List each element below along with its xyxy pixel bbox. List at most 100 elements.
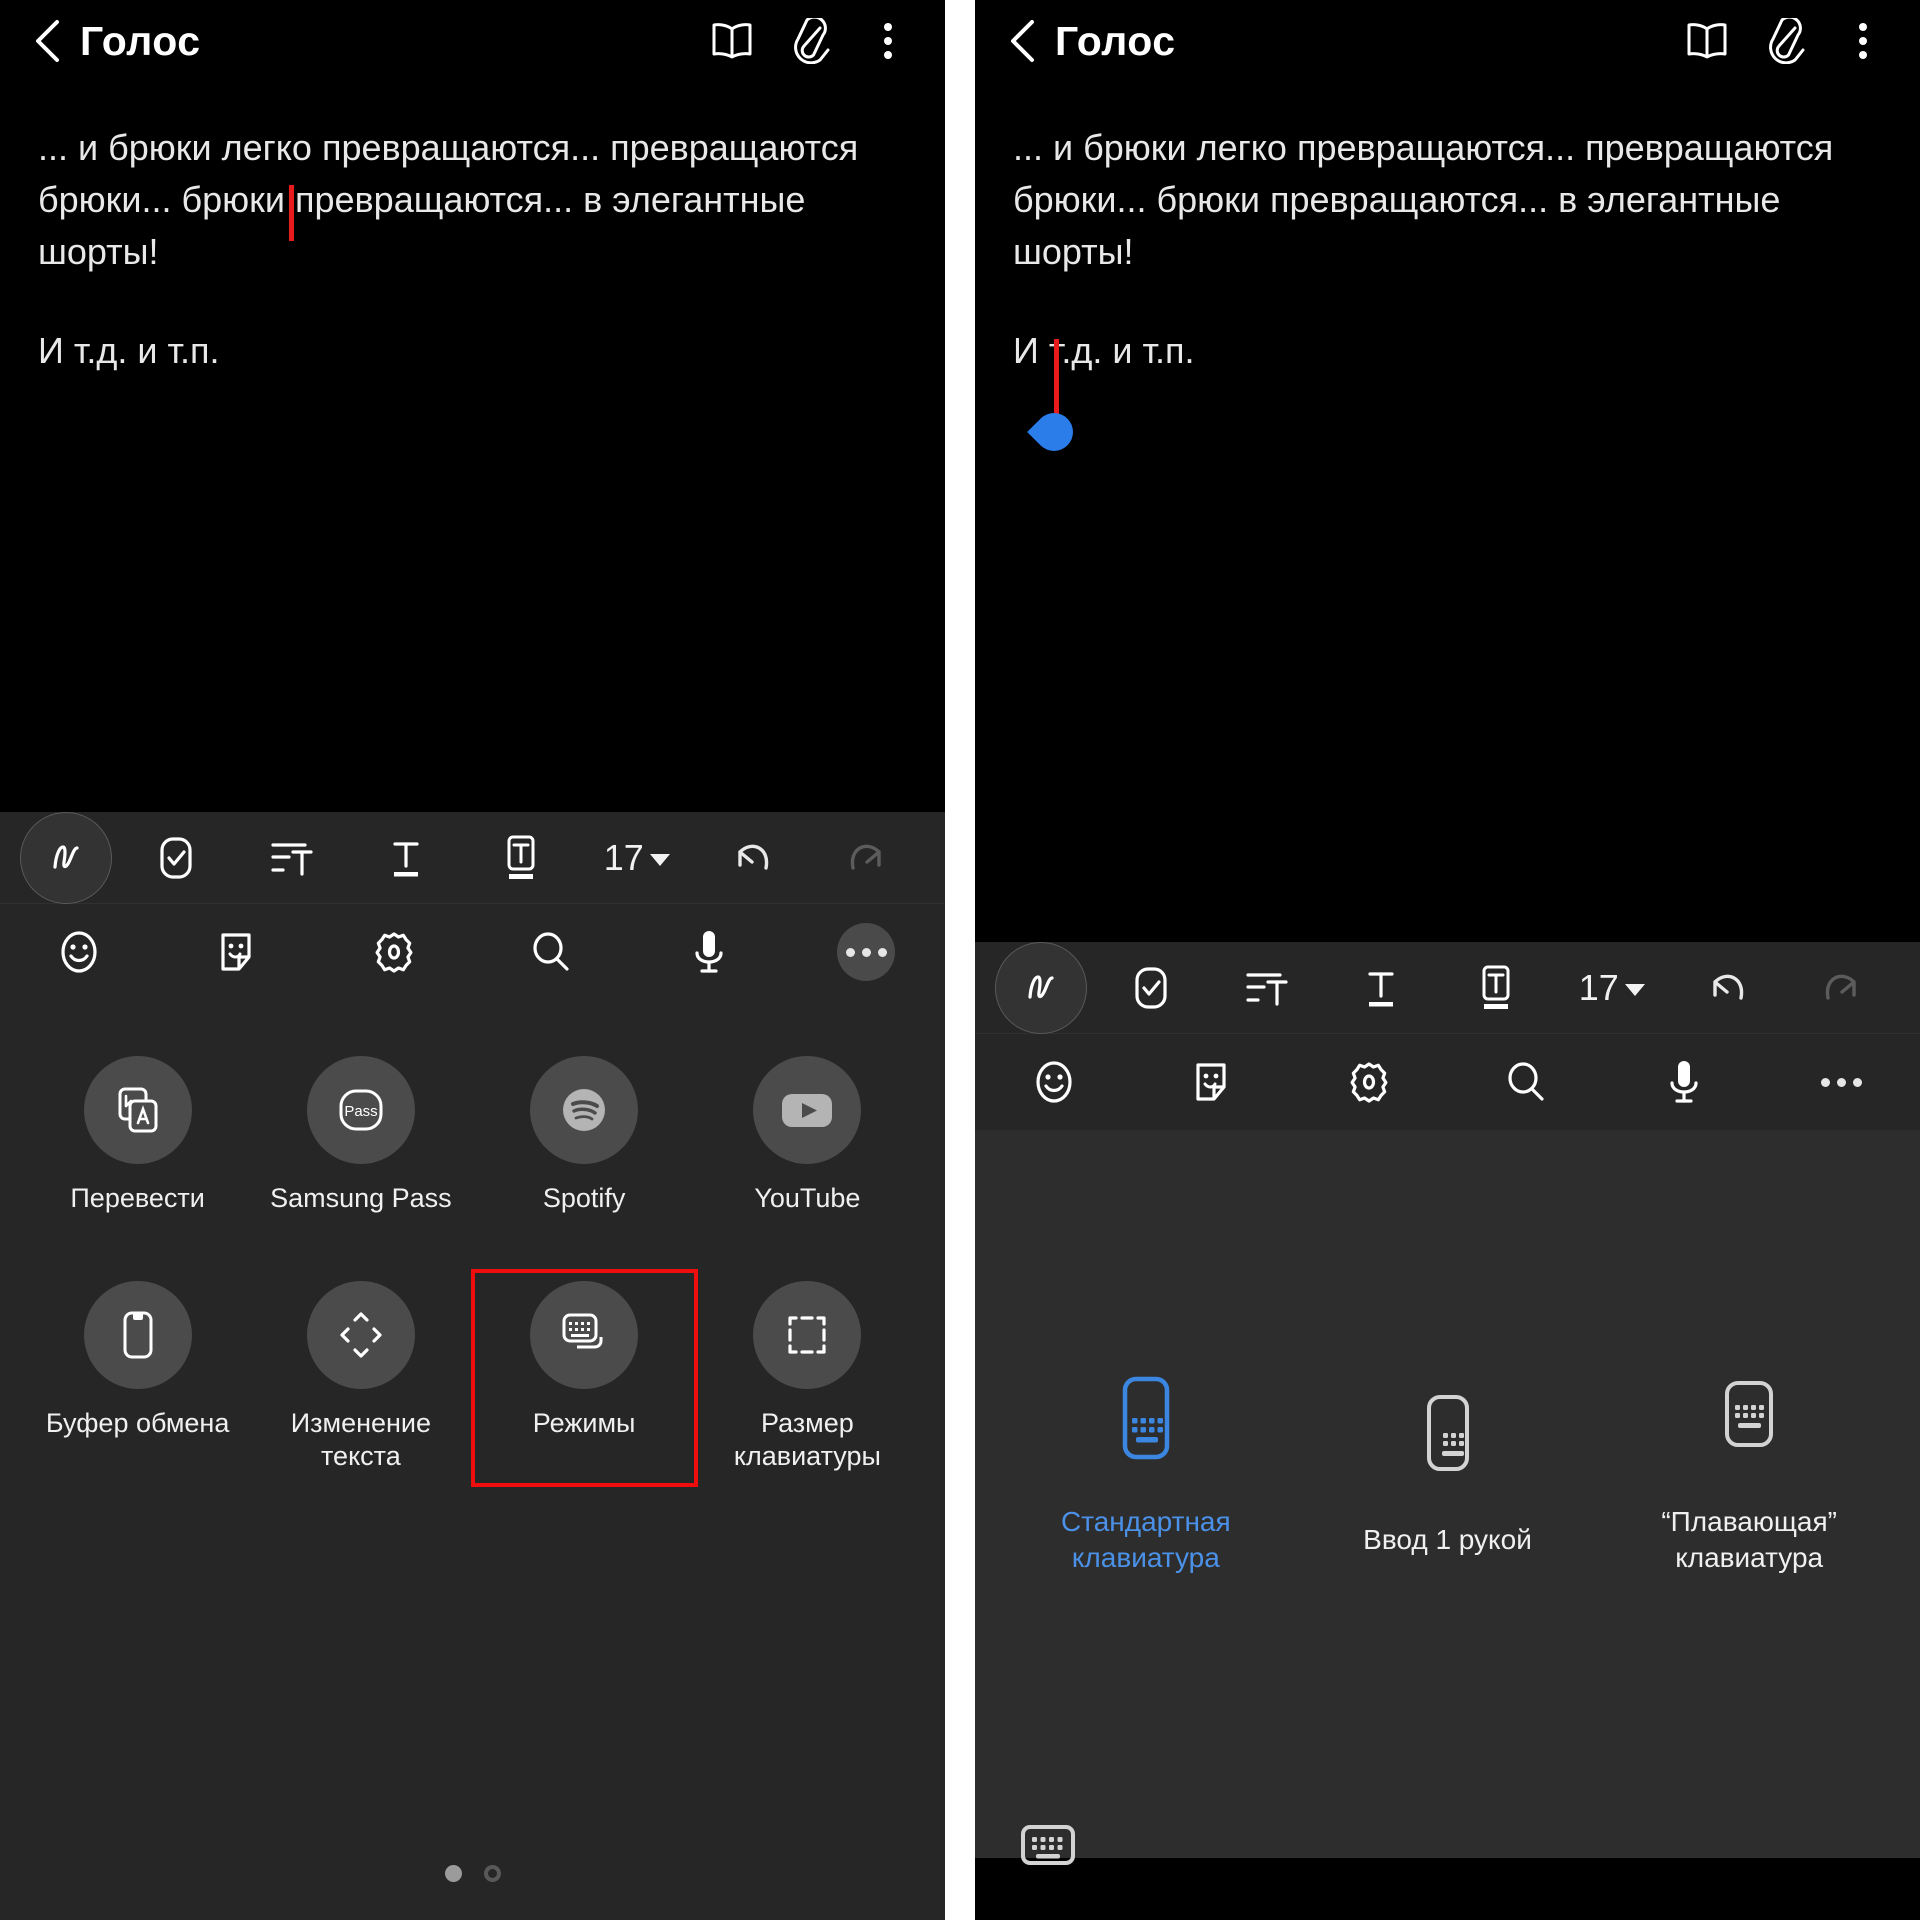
app-bar-left: Голос bbox=[0, 0, 945, 82]
keyboard-modes-panel: Стандартная клавиатура Ввод 1 рукой “Пла… bbox=[975, 1130, 1920, 1920]
dot bbox=[1820, 1077, 1830, 1087]
mode-label: Стандартная клавиатура bbox=[1061, 1505, 1231, 1573]
extension-label: YouTube bbox=[754, 1183, 861, 1213]
extension-item-text-edit[interactable]: Изменение текста bbox=[249, 1271, 472, 1485]
page-indicator bbox=[0, 1865, 945, 1882]
youtube-icon bbox=[753, 1056, 862, 1164]
chevron-down-icon bbox=[1624, 983, 1645, 996]
page-title: Голос bbox=[80, 17, 201, 64]
extension-item-samsung-pass[interactable]: Pass Samsung Pass bbox=[249, 1046, 472, 1227]
paragraph-format-icon[interactable] bbox=[1208, 942, 1323, 1034]
show-keyboard-icon[interactable] bbox=[1019, 1822, 1077, 1868]
mode-one-handed[interactable]: Ввод 1 рукой bbox=[1297, 1391, 1599, 1558]
spotify-icon bbox=[530, 1056, 639, 1164]
extension-label: Режимы bbox=[532, 1408, 636, 1438]
paperclip-icon[interactable] bbox=[1754, 10, 1816, 72]
dot bbox=[1852, 1077, 1862, 1087]
search-icon[interactable] bbox=[473, 904, 631, 1000]
note-paragraph-2-wrapper: И т.д. и т.п. bbox=[1013, 325, 1882, 459]
left-screen: Голос ... и брюки легко превращаются... … bbox=[0, 0, 945, 1920]
mode-label: “Плавающая” клавиатура bbox=[1661, 1505, 1837, 1573]
undo-icon[interactable] bbox=[1669, 942, 1784, 1034]
extension-item-keyboard-size[interactable]: Размер клавиатуры bbox=[696, 1271, 919, 1485]
book-icon[interactable] bbox=[701, 10, 763, 72]
text-style-icon[interactable] bbox=[349, 812, 464, 904]
extension-item-modes[interactable]: Режимы bbox=[470, 1269, 698, 1487]
font-size-value: 17 bbox=[603, 836, 644, 878]
dual-screenshot-container: Голос ... и брюки легко превращаются... … bbox=[0, 0, 1920, 1920]
dot bbox=[845, 947, 855, 957]
format-toolbar-right: 17 bbox=[975, 941, 1920, 1034]
extension-label: Изменение текста bbox=[290, 1408, 432, 1471]
font-size-selector[interactable]: 17 bbox=[579, 812, 694, 904]
extension-label: Samsung Pass bbox=[270, 1183, 452, 1213]
font-size-value: 17 bbox=[1578, 966, 1619, 1008]
text-cursor-handle[interactable] bbox=[1027, 405, 1081, 459]
back-chevron-icon[interactable] bbox=[1001, 19, 1045, 63]
keyboard-toolbar-left bbox=[0, 904, 945, 1000]
extension-label: Буфер обмена bbox=[45, 1408, 230, 1438]
extension-label: Размер клавиатуры bbox=[733, 1408, 881, 1471]
format-toolbar-left: 17 bbox=[0, 811, 945, 904]
emoji-icon[interactable] bbox=[0, 904, 158, 1000]
handwriting-pen-icon[interactable] bbox=[20, 811, 112, 904]
extension-label: Перевести bbox=[70, 1183, 205, 1213]
settings-gear-icon[interactable] bbox=[315, 904, 473, 1000]
overflow-menu-icon[interactable] bbox=[857, 10, 919, 72]
text-style-icon[interactable] bbox=[1324, 942, 1439, 1034]
book-icon[interactable] bbox=[1676, 10, 1738, 72]
keyboard-modes-icon bbox=[530, 1281, 639, 1389]
mode-standard-keyboard[interactable]: Стандартная клавиатура bbox=[995, 1373, 1297, 1576]
red-annotation-mark bbox=[1054, 339, 1059, 417]
sticker-icon[interactable] bbox=[158, 904, 316, 1000]
back-chevron-icon[interactable] bbox=[26, 19, 70, 63]
paperclip-icon[interactable] bbox=[779, 10, 841, 72]
keyboard-modes-list: Стандартная клавиатура Ввод 1 рукой “Пла… bbox=[975, 1090, 1920, 1858]
extension-label: Spotify bbox=[542, 1183, 626, 1213]
page-dot[interactable] bbox=[483, 1865, 501, 1882]
floating-keyboard-icon bbox=[1711, 1373, 1787, 1474]
note-paragraph-1: ... и брюки легко превращаются... превра… bbox=[1013, 127, 1844, 272]
note-editor-right[interactable]: ... и брюки легко превращаются... превра… bbox=[975, 82, 1920, 942]
page-title: Голос bbox=[1055, 17, 1176, 64]
more-options-icon[interactable] bbox=[788, 904, 946, 1000]
mode-floating-keyboard[interactable]: “Плавающая” клавиатура bbox=[1598, 1373, 1900, 1576]
note-paragraph-2: И т.д. и т.п. bbox=[38, 330, 220, 371]
bottom-black-strip bbox=[975, 1858, 1920, 1920]
note-editor-left[interactable]: ... и брюки легко превращаются... превра… bbox=[0, 82, 945, 812]
clipboard-icon bbox=[83, 1281, 192, 1389]
note-paragraph-2: И т.д. и т.п. bbox=[1013, 330, 1195, 371]
more-options-pill bbox=[837, 923, 896, 981]
extension-item-youtube[interactable]: YouTube bbox=[696, 1046, 919, 1227]
text-box-icon[interactable] bbox=[1439, 942, 1554, 1034]
checklist-icon[interactable] bbox=[1093, 942, 1208, 1034]
extensions-grid: Перевести Pass Samsung Pass Spotify YouT… bbox=[0, 1046, 945, 1487]
red-annotation-mark bbox=[289, 185, 294, 241]
right-screen: Голос ... и брюки легко превращаются... … bbox=[975, 0, 1920, 1920]
extension-item-translate[interactable]: Перевести bbox=[26, 1046, 249, 1227]
checklist-icon[interactable] bbox=[118, 812, 233, 904]
one-handed-keyboard-icon bbox=[1409, 1391, 1485, 1492]
keyboard-size-icon bbox=[753, 1281, 862, 1389]
translate-icon bbox=[83, 1056, 192, 1164]
handwriting-pen-icon[interactable] bbox=[995, 941, 1087, 1034]
mode-label: Ввод 1 рукой bbox=[1363, 1523, 1532, 1555]
note-paragraph-1: ... и брюки легко превращаются... превра… bbox=[38, 127, 869, 272]
dot bbox=[1836, 1077, 1846, 1087]
overflow-menu-icon[interactable] bbox=[1832, 10, 1894, 72]
font-size-selector[interactable]: 17 bbox=[1554, 942, 1669, 1034]
dot bbox=[877, 947, 887, 957]
extension-item-clipboard[interactable]: Буфер обмена bbox=[26, 1271, 249, 1485]
svg-text:Pass: Pass bbox=[344, 1103, 377, 1120]
redo-icon[interactable] bbox=[810, 812, 925, 904]
standard-keyboard-icon bbox=[1108, 1373, 1184, 1474]
app-bar-right: Голос bbox=[975, 0, 1920, 82]
text-box-icon[interactable] bbox=[464, 812, 579, 904]
microphone-icon[interactable] bbox=[630, 904, 788, 1000]
page-dot-active[interactable] bbox=[444, 1865, 462, 1882]
paragraph-format-icon[interactable] bbox=[233, 812, 348, 904]
chevron-down-icon bbox=[649, 853, 670, 866]
extension-item-spotify[interactable]: Spotify bbox=[473, 1046, 696, 1227]
undo-icon[interactable] bbox=[694, 812, 809, 904]
redo-icon[interactable] bbox=[1785, 942, 1900, 1034]
